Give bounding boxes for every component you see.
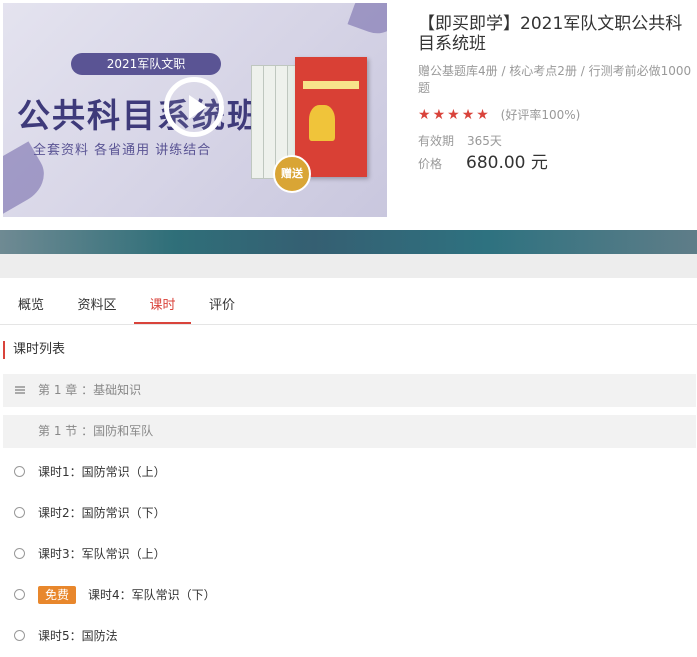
circle-icon bbox=[14, 589, 25, 600]
tab-reviews[interactable]: 评价 bbox=[196, 290, 248, 324]
lesson-title: 课时5：国防法 bbox=[38, 629, 118, 643]
free-badge: 免费 bbox=[38, 586, 76, 604]
rating: ★ ★ ★ ★ ★ (好评率100%) bbox=[418, 106, 580, 123]
cover-title: 公共科目系统班 bbox=[17, 96, 262, 135]
chapter-title: 第 1 章 ：基础知识 bbox=[38, 383, 142, 397]
price-label: 价格 bbox=[418, 157, 443, 171]
course-cover-video[interactable]: 2021军队文职 公共科目系统班 全套资料 各省通用 讲练结合 赠送 bbox=[3, 3, 387, 217]
gift-badge: 赠送 bbox=[273, 155, 311, 193]
decorative-banner bbox=[0, 230, 697, 254]
validity-label: 有效期 bbox=[418, 134, 455, 148]
course-description: 赠公基题库4册 / 核心考点2册 / 行测考前必做1000题 bbox=[418, 64, 692, 95]
circle-icon bbox=[14, 548, 25, 559]
tab-materials[interactable]: 资料区 bbox=[64, 290, 130, 324]
lesson-title: 课时4：军队常识（下） bbox=[88, 588, 216, 602]
play-icon[interactable] bbox=[164, 77, 224, 137]
tab-lessons[interactable]: 课时 bbox=[134, 290, 191, 324]
circle-icon bbox=[14, 507, 25, 518]
leaf-decoration bbox=[347, 3, 387, 40]
lesson-title: 课时2：国防常识（下） bbox=[38, 506, 166, 520]
menu-icon bbox=[15, 386, 25, 394]
validity-value: 365天 bbox=[467, 134, 502, 148]
lesson-title: 课时1：国防常识（上） bbox=[38, 465, 166, 479]
lesson-title: 课时3：军队常识（上） bbox=[38, 547, 166, 561]
chapter-row[interactable]: 第 1 章 ：基础知识 bbox=[3, 374, 696, 407]
price-value: 680.00 元 bbox=[466, 153, 548, 173]
star-icon: ★ bbox=[461, 107, 475, 123]
star-icon: ★ bbox=[447, 107, 460, 123]
circle-icon bbox=[14, 466, 25, 477]
circle-icon bbox=[14, 630, 25, 641]
tab-bar: 概览 资料区 课时 评价 bbox=[0, 290, 697, 325]
tab-overview[interactable]: 概览 bbox=[4, 290, 58, 324]
cover-pill: 2021军队文职 bbox=[71, 53, 221, 75]
section-title: 第 1 节 ：国防和军队 bbox=[38, 424, 154, 438]
validity-row: 有效期 365天 bbox=[418, 132, 502, 149]
course-title: 【即买即学】2021军队文职公共科目系统班 bbox=[418, 14, 683, 54]
lesson-list-heading: 课时列表 bbox=[3, 341, 65, 359]
section-row[interactable]: 第 1 节 ：国防和军队 bbox=[3, 415, 696, 448]
star-icon: ★ bbox=[418, 107, 431, 123]
rating-text: (好评率100%) bbox=[500, 108, 581, 122]
cover-subtitle: 全套资料 各省通用 讲练结合 bbox=[33, 143, 212, 158]
gray-strip bbox=[0, 254, 697, 278]
star-icon: ★ bbox=[432, 107, 446, 123]
price-row: 价格 680.00 元 bbox=[418, 153, 548, 174]
star-icon: ★ bbox=[476, 107, 489, 123]
